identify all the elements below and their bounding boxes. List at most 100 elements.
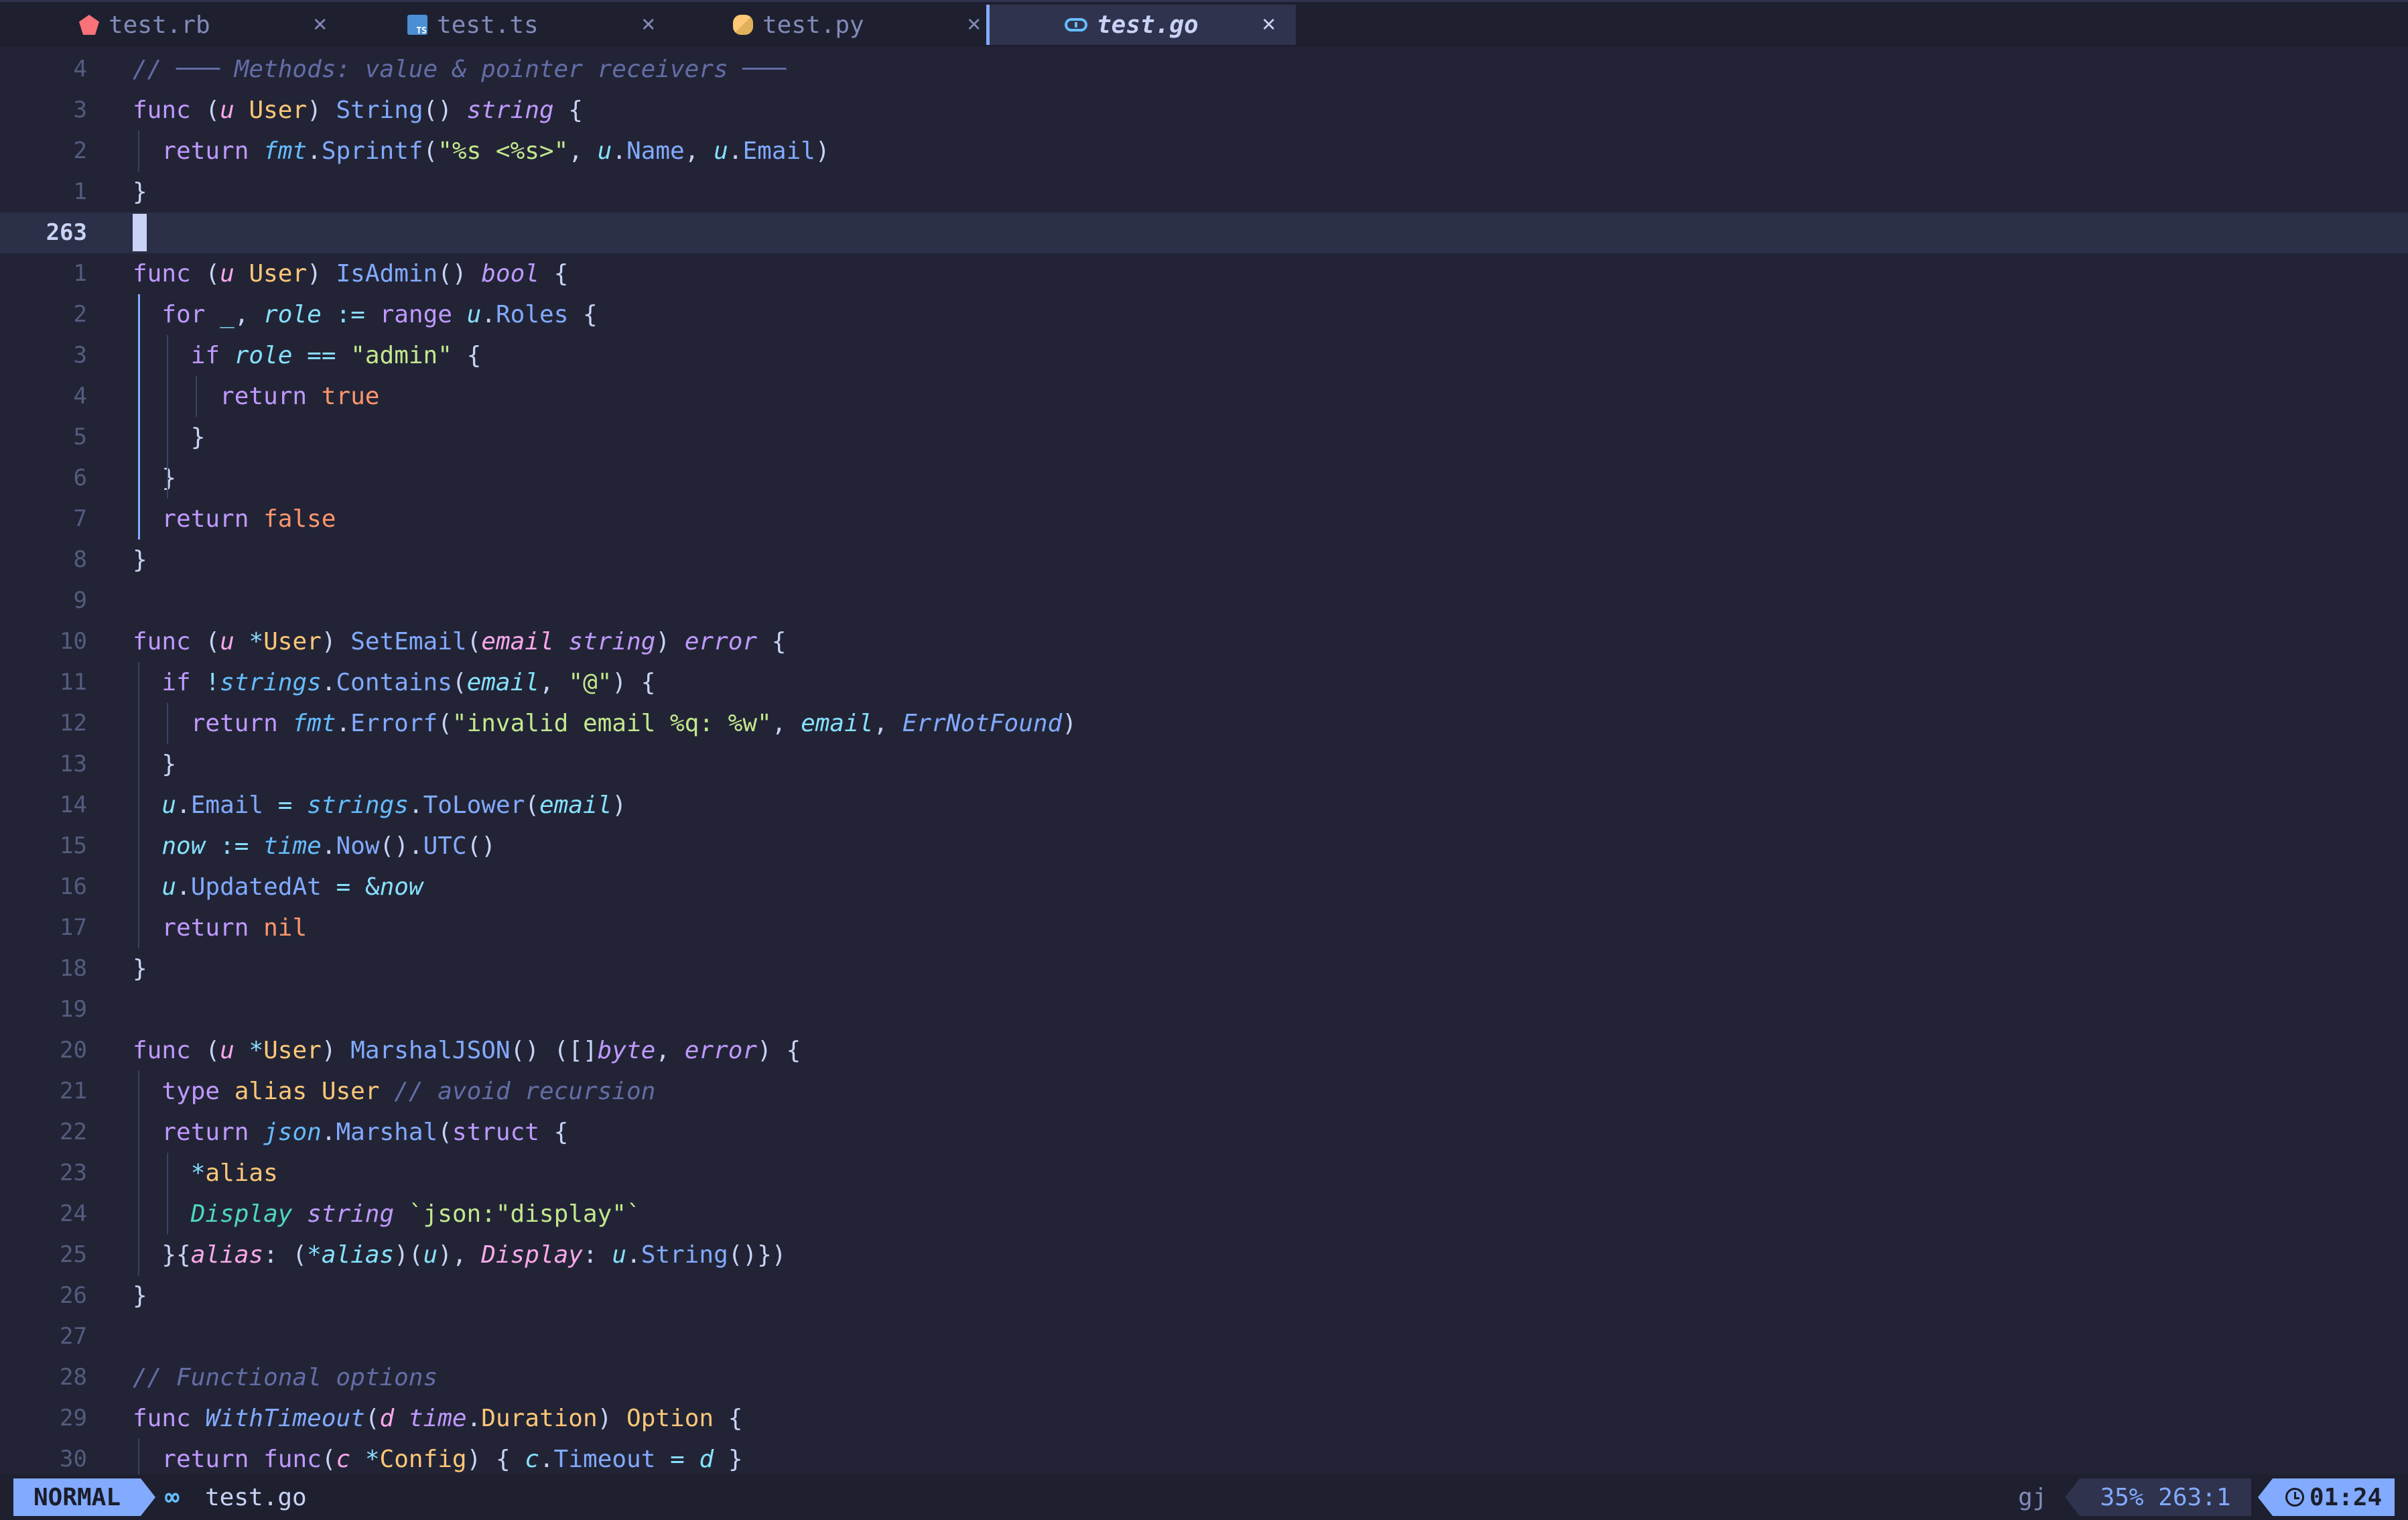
clock-icon [2285,1488,2304,1507]
code-line[interactable]: 29 func WithTimeout(d time.Duration) Opti… [0,1398,2408,1439]
code-token: role [234,342,293,369]
code-line[interactable]: 25 }{alias: (*alias)(u), Display: u.Stri… [0,1234,2408,1275]
code-line[interactable]: 1 func (u User) IsAdmin() bool { [0,253,2408,294]
code-line[interactable]: 16 u.UpdatedAt = &now [0,867,2408,907]
code-token: Errorf [350,710,438,737]
code-token: ErrNotFound [902,710,1063,737]
tab-label: test.go [1097,11,1199,39]
indent-guide [138,131,139,172]
code-text: } [133,540,147,580]
tab-test-py[interactable]: test.py ✕ [733,5,1001,45]
code-line[interactable]: 5 } [0,417,2408,458]
code-token: func [263,1446,322,1473]
code-line[interactable]: 3 if role == "admin" { [0,335,2408,376]
code-token: ( [438,710,452,737]
clock: 01:24 [2273,1478,2395,1516]
code-token: role [263,301,322,328]
tab-test-go[interactable]: test.go ✕ [986,5,1296,45]
code-token: return [161,137,249,165]
close-icon[interactable]: ✕ [642,10,655,37]
code-line[interactable]: 23 *alias [0,1153,2408,1194]
code-token: . [321,1119,336,1146]
code-token: Timeout [553,1446,656,1473]
code-token: User [321,1078,380,1105]
code-line[interactable]: 8} [0,540,2408,580]
line-number: 3 [73,97,87,123]
line-number: 13 [60,751,87,777]
code-token: () [438,260,482,288]
code-line[interactable]: 263 [0,212,2408,253]
code-token: error [684,1037,758,1064]
code-line[interactable]: 10 func (u *User) SetEmail(email string) … [0,621,2408,662]
code-line[interactable]: 1} [0,172,2408,212]
go-icon [1065,18,1087,31]
cursor-position: 35% 263:1 [2080,1478,2251,1516]
code-text: u.Email = strings.ToLower(email) [133,785,626,826]
code-token: ( [423,137,438,165]
code-line[interactable]: 14 u.Email = strings.ToLower(email) [0,785,2408,826]
code-token: { [539,260,569,288]
code-line[interactable]: 24 Display string `json:"display"` [0,1194,2408,1234]
code-token: } [133,546,147,574]
code-line[interactable]: 20 func (u *User) MarshalJSON() ([]byte, … [0,1030,2408,1071]
line-number: 25 [60,1241,87,1268]
code-line[interactable]: 4 return true [0,376,2408,417]
code-line[interactable]: 27 [0,1316,2408,1357]
code-line[interactable]: 28 // Functional options [0,1357,2408,1398]
code-line[interactable]: 9 [0,580,2408,621]
code-line[interactable]: 19 [0,989,2408,1030]
line-number: 6 [73,464,87,491]
code-line[interactable]: 7 return false [0,499,2408,540]
code-line[interactable]: 21 type alias User // avoid recursion [0,1071,2408,1112]
code-token: c [336,1446,351,1473]
code-token: return [161,1119,249,1146]
code-line[interactable]: 12 return fmt.Errorf("invalid email %q: … [0,703,2408,744]
code-token: * [190,1159,206,1187]
python-icon [733,15,753,35]
code-text: now := time.Now().UTC() [133,826,496,867]
close-icon[interactable]: ✕ [1262,10,1276,37]
tab-test-ts[interactable]: test.ts ✕ [407,5,675,45]
code-token: false [263,505,336,533]
code-line[interactable]: 2 return fmt.Sprintf("%s <%s>", u.Name, … [0,131,2408,172]
typescript-icon [407,15,427,36]
code-token: : ( [263,1241,308,1269]
code-token: now [379,873,423,901]
code-token: Display [481,1241,583,1269]
code-line[interactable]: 17 return nil [0,907,2408,948]
tab-test-rb[interactable]: test.rb ✕ [79,5,347,45]
code-line[interactable]: 13 } [0,744,2408,785]
code-editor[interactable]: 4 // ─── Methods: value & pointer receive… [0,47,2408,1480]
code-token: // ─── Methods: value & pointer receiver… [133,56,787,83]
code-line[interactable]: 18} [0,948,2408,989]
line-number: 27 [60,1323,87,1350]
code-token: Email [742,137,815,165]
code-token: () ([] [510,1037,598,1064]
code-line[interactable]: 22 return json.Marshal(struct { [0,1112,2408,1153]
code-line[interactable]: 4 // ─── Methods: value & pointer receive… [0,49,2408,90]
code-line[interactable]: 15 now := time.Now().UTC() [0,826,2408,867]
code-line[interactable]: 2 for _, role := range u.Roles { [0,294,2408,335]
code-text: type alias User // avoid recursion [133,1071,655,1112]
code-token: Config [379,1446,467,1473]
code-token: Option [626,1405,714,1432]
code-line[interactable]: 26} [0,1275,2408,1316]
code-token: { [539,1119,569,1146]
code-text: func WithTimeout(d time.Duration) Option… [133,1398,742,1439]
close-icon[interactable]: ✕ [967,10,981,37]
code-token: return [190,710,278,737]
code-line[interactable]: 30 return func(c *Config) { c.Timeout = … [0,1439,2408,1480]
line-number: 28 [60,1364,87,1391]
code-line[interactable]: 6 } [0,458,2408,499]
close-icon[interactable]: ✕ [314,10,327,37]
code-line[interactable]: 11 if !strings.Contains(email, "@") { [0,662,2408,703]
code-text: func (u *User) MarshalJSON() ([]byte, er… [133,1030,801,1071]
code-token: u [612,1241,627,1269]
code-line[interactable]: 3 func (u User) String() string { [0,90,2408,131]
